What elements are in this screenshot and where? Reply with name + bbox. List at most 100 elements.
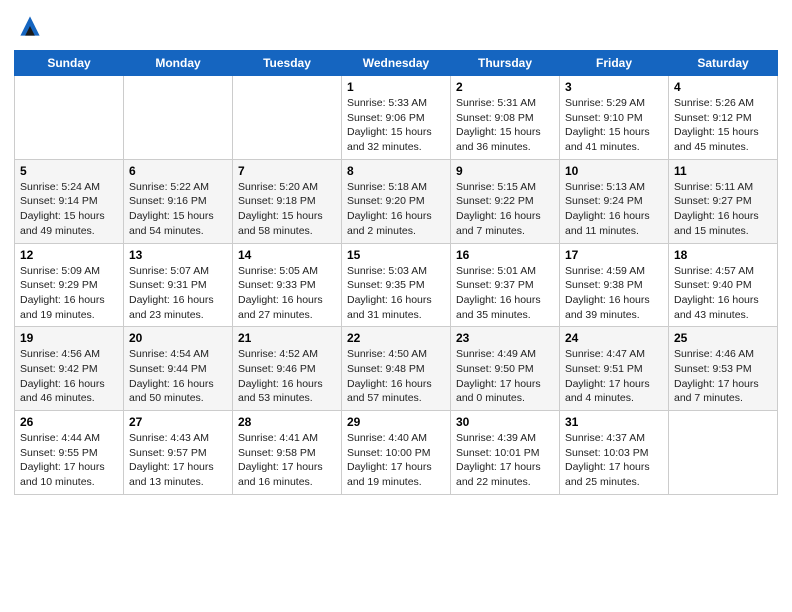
day-cell: 27 Sunrise: 4:43 AM Sunset: 9:57 PM Dayli… [124, 411, 233, 495]
day-info: Sunrise: 4:41 AM Sunset: 9:58 PM Dayligh… [238, 431, 336, 490]
day-number: 17 [565, 248, 663, 262]
day-cell: 9 Sunrise: 5:15 AM Sunset: 9:22 PM Daylig… [451, 159, 560, 243]
day-cell: 15Sunrise: 5:03 AM Sunset: 9:35 PM Dayli… [342, 243, 451, 327]
day-number: 12 [20, 248, 118, 262]
day-cell: 11 Sunrise: 5:11 AM Sunset: 9:27 PM Dayli… [669, 159, 778, 243]
day-info: Sunrise: 5:03 AM Sunset: 9:35 PM Dayligh… [347, 264, 445, 323]
week-row-4: 19Sunrise: 4:56 AM Sunset: 9:42 PM Dayli… [15, 327, 778, 411]
day-number: 26 [20, 415, 118, 429]
day-info: Sunrise: 5:24 AM Sunset: 9:14 PM Dayligh… [20, 180, 118, 239]
logo-icon [14, 10, 46, 42]
day-cell: 22 Sunrise: 4:50 AM Sunset: 9:48 PM Dayli… [342, 327, 451, 411]
day-cell: 25 Sunrise: 4:46 AM Sunset: 9:53 PM Dayli… [669, 327, 778, 411]
day-cell: 6Sunrise: 5:22 AM Sunset: 9:16 PM Daylig… [124, 159, 233, 243]
day-number: 23 [456, 331, 554, 345]
day-info: Sunrise: 4:52 AM Sunset: 9:46 PM Dayligh… [238, 347, 336, 406]
header [14, 10, 778, 42]
day-header-tuesday: Tuesday [233, 51, 342, 76]
day-cell: 29Sunrise: 4:40 AM Sunset: 10:00 PM Dayl… [342, 411, 451, 495]
day-info: Sunrise: 5:22 AM Sunset: 9:16 PM Dayligh… [129, 180, 227, 239]
day-cell: 21 Sunrise: 4:52 AM Sunset: 9:46 PM Dayli… [233, 327, 342, 411]
page: SundayMondayTuesdayWednesdayThursdayFrid… [0, 0, 792, 509]
day-cell: 7 Sunrise: 5:20 AM Sunset: 9:18 PM Daylig… [233, 159, 342, 243]
day-number: 22 [347, 331, 445, 345]
day-header-friday: Friday [560, 51, 669, 76]
day-number: 24 [565, 331, 663, 345]
day-number: 25 [674, 331, 772, 345]
day-cell: 30Sunrise: 4:39 AM Sunset: 10:01 PM Dayl… [451, 411, 560, 495]
day-info: Sunrise: 4:50 AM Sunset: 9:48 PM Dayligh… [347, 347, 445, 406]
day-info: Sunrise: 5:15 AM Sunset: 9:22 PM Dayligh… [456, 180, 554, 239]
day-number: 10 [565, 164, 663, 178]
day-number: 21 [238, 331, 336, 345]
day-number: 9 [456, 164, 554, 178]
day-info: Sunrise: 4:46 AM Sunset: 9:53 PM Dayligh… [674, 347, 772, 406]
day-header-saturday: Saturday [669, 51, 778, 76]
days-header-row: SundayMondayTuesdayWednesdayThursdayFrid… [15, 51, 778, 76]
day-info: Sunrise: 5:31 AM Sunset: 9:08 PM Dayligh… [456, 96, 554, 155]
day-number: 14 [238, 248, 336, 262]
calendar-header: SundayMondayTuesdayWednesdayThursdayFrid… [15, 51, 778, 76]
day-cell: 20 Sunrise: 4:54 AM Sunset: 9:44 PM Dayli… [124, 327, 233, 411]
day-cell: 10 Sunrise: 5:13 AM Sunset: 9:24 PM Dayli… [560, 159, 669, 243]
day-info: Sunrise: 5:18 AM Sunset: 9:20 PM Dayligh… [347, 180, 445, 239]
day-info: Sunrise: 4:44 AM Sunset: 9:55 PM Dayligh… [20, 431, 118, 490]
day-number: 27 [129, 415, 227, 429]
day-info: Sunrise: 5:09 AM Sunset: 9:29 PM Dayligh… [20, 264, 118, 323]
day-number: 19 [20, 331, 118, 345]
day-number: 18 [674, 248, 772, 262]
day-info: Sunrise: 5:20 AM Sunset: 9:18 PM Dayligh… [238, 180, 336, 239]
day-cell: 5 Sunrise: 5:24 AM Sunset: 9:14 PM Daylig… [15, 159, 124, 243]
day-number: 11 [674, 164, 772, 178]
day-info: Sunrise: 5:29 AM Sunset: 9:10 PM Dayligh… [565, 96, 663, 155]
day-cell: 17 Sunrise: 4:59 AM Sunset: 9:38 PM Dayli… [560, 243, 669, 327]
day-number: 29 [347, 415, 445, 429]
day-cell: 16 Sunrise: 5:01 AM Sunset: 9:37 PM Dayli… [451, 243, 560, 327]
day-number: 20 [129, 331, 227, 345]
day-info: Sunrise: 5:26 AM Sunset: 9:12 PM Dayligh… [674, 96, 772, 155]
calendar: SundayMondayTuesdayWednesdayThursdayFrid… [14, 50, 778, 495]
day-number: 8 [347, 164, 445, 178]
day-info: Sunrise: 4:43 AM Sunset: 9:57 PM Dayligh… [129, 431, 227, 490]
day-header-monday: Monday [124, 51, 233, 76]
day-number: 1 [347, 80, 445, 94]
day-info: Sunrise: 4:54 AM Sunset: 9:44 PM Dayligh… [129, 347, 227, 406]
day-info: Sunrise: 5:33 AM Sunset: 9:06 PM Dayligh… [347, 96, 445, 155]
day-info: Sunrise: 5:11 AM Sunset: 9:27 PM Dayligh… [674, 180, 772, 239]
day-number: 13 [129, 248, 227, 262]
day-info: Sunrise: 4:37 AM Sunset: 10:03 PM Daylig… [565, 431, 663, 490]
day-cell: 3 Sunrise: 5:29 AM Sunset: 9:10 PM Daylig… [560, 76, 669, 160]
day-info: Sunrise: 4:47 AM Sunset: 9:51 PM Dayligh… [565, 347, 663, 406]
week-row-5: 26 Sunrise: 4:44 AM Sunset: 9:55 PM Dayli… [15, 411, 778, 495]
calendar-body: 1 Sunrise: 5:33 AM Sunset: 9:06 PM Daylig… [15, 76, 778, 495]
week-row-2: 5 Sunrise: 5:24 AM Sunset: 9:14 PM Daylig… [15, 159, 778, 243]
day-info: Sunrise: 5:05 AM Sunset: 9:33 PM Dayligh… [238, 264, 336, 323]
day-cell: 13Sunrise: 5:07 AM Sunset: 9:31 PM Dayli… [124, 243, 233, 327]
day-cell: 14 Sunrise: 5:05 AM Sunset: 9:33 PM Dayli… [233, 243, 342, 327]
day-number: 4 [674, 80, 772, 94]
week-row-1: 1 Sunrise: 5:33 AM Sunset: 9:06 PM Daylig… [15, 76, 778, 160]
day-cell: 12 Sunrise: 5:09 AM Sunset: 9:29 PM Dayli… [15, 243, 124, 327]
day-info: Sunrise: 4:59 AM Sunset: 9:38 PM Dayligh… [565, 264, 663, 323]
day-info: Sunrise: 5:01 AM Sunset: 9:37 PM Dayligh… [456, 264, 554, 323]
day-number: 31 [565, 415, 663, 429]
day-cell: 26 Sunrise: 4:44 AM Sunset: 9:55 PM Dayli… [15, 411, 124, 495]
day-info: Sunrise: 4:57 AM Sunset: 9:40 PM Dayligh… [674, 264, 772, 323]
day-cell: 31 Sunrise: 4:37 AM Sunset: 10:03 PM Dayl… [560, 411, 669, 495]
day-number: 16 [456, 248, 554, 262]
day-header-wednesday: Wednesday [342, 51, 451, 76]
day-cell [124, 76, 233, 160]
day-cell: 1 Sunrise: 5:33 AM Sunset: 9:06 PM Daylig… [342, 76, 451, 160]
day-number: 28 [238, 415, 336, 429]
day-number: 3 [565, 80, 663, 94]
day-number: 7 [238, 164, 336, 178]
day-cell: 18 Sunrise: 4:57 AM Sunset: 9:40 PM Dayli… [669, 243, 778, 327]
day-number: 30 [456, 415, 554, 429]
logo [14, 10, 50, 42]
week-row-3: 12 Sunrise: 5:09 AM Sunset: 9:29 PM Dayli… [15, 243, 778, 327]
day-info: Sunrise: 5:13 AM Sunset: 9:24 PM Dayligh… [565, 180, 663, 239]
day-cell: 8 Sunrise: 5:18 AM Sunset: 9:20 PM Daylig… [342, 159, 451, 243]
day-number: 2 [456, 80, 554, 94]
day-number: 5 [20, 164, 118, 178]
day-cell [15, 76, 124, 160]
